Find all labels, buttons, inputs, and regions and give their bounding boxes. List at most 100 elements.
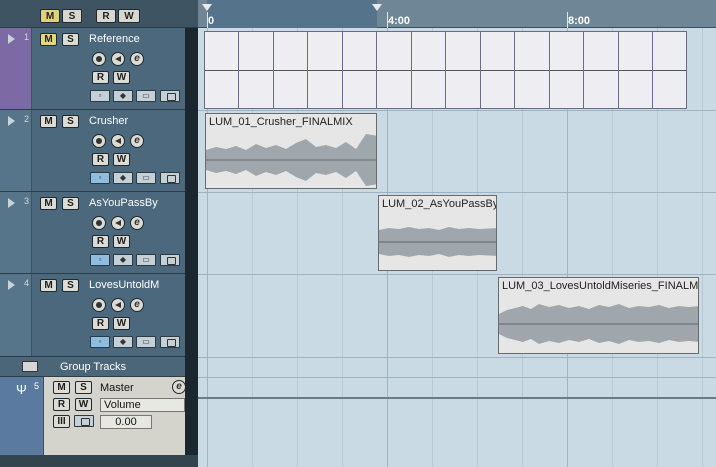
solo-button[interactable]: S xyxy=(62,197,79,210)
track-name[interactable]: LovesUntoldM xyxy=(89,279,159,291)
record-enable-icon[interactable] xyxy=(92,134,106,148)
mute-button[interactable]: M xyxy=(40,115,57,128)
edit-channel-button[interactable]: e xyxy=(130,134,144,148)
expand-triangle-icon[interactable] xyxy=(8,280,15,290)
edit-channel-button[interactable]: e xyxy=(130,298,144,312)
folder-icon[interactable]: ▭ xyxy=(136,172,156,184)
mute-button[interactable]: M xyxy=(53,381,70,394)
write-button[interactable]: W xyxy=(113,317,130,330)
mute-button[interactable]: M xyxy=(40,33,57,46)
time-ruler[interactable]: 0 4:00 8:00 xyxy=(198,0,716,28)
master-track[interactable]: Ψ 5 M S Master e R W Volume III 0.00 xyxy=(0,377,186,455)
track-list: M S R W 1 M S Reference e R W ▫ ◆ ▭ 2 M … xyxy=(0,0,198,467)
track-lovesuntold[interactable]: 4 M S LovesUntoldM e R W ▫ ◆ ▭ xyxy=(0,274,185,357)
write-button[interactable]: W xyxy=(113,71,130,84)
mute-button[interactable]: M xyxy=(40,197,57,210)
ruler-mark-8min: 8:00 xyxy=(568,15,591,27)
track-name[interactable]: AsYouPassBy xyxy=(89,197,158,209)
record-enable-icon[interactable] xyxy=(92,216,106,230)
group-tracks-folder[interactable]: Group Tracks xyxy=(0,357,185,377)
folder-icon[interactable]: ▭ xyxy=(136,336,156,348)
solo-button[interactable]: S xyxy=(62,279,79,292)
write-button[interactable]: W xyxy=(113,153,130,166)
mute-button[interactable]: M xyxy=(40,279,57,292)
write-button[interactable]: W xyxy=(75,398,92,411)
record-enable-icon[interactable] xyxy=(92,298,106,312)
read-button[interactable]: R xyxy=(92,153,109,166)
read-button[interactable]: R xyxy=(53,398,70,411)
global-read-button[interactable]: R xyxy=(96,9,116,23)
monitor-icon[interactable] xyxy=(111,52,125,66)
waveform xyxy=(206,134,376,186)
ruler-start-label: 0 xyxy=(208,15,215,27)
edit-channel-button[interactable]: e xyxy=(130,52,144,66)
folder-icon[interactable]: ▭ xyxy=(136,254,156,266)
track-number: 3 xyxy=(24,196,30,206)
solo-button[interactable]: S xyxy=(62,33,79,46)
solo-button[interactable]: S xyxy=(62,115,79,128)
timebase-icon[interactable]: ▫ xyxy=(90,90,110,102)
master-volume-automation-line[interactable] xyxy=(198,397,716,399)
track-lanes[interactable]: LUM_01_Crusher_FINALMIX LUM_02_AsYouPass… xyxy=(198,28,716,467)
reference-bar-line xyxy=(238,32,239,108)
locator-right-icon[interactable] xyxy=(372,4,382,11)
reference-bar-line xyxy=(652,32,653,108)
bars-button[interactable]: III xyxy=(53,415,70,428)
arrange-window[interactable]: 0 4:00 8:00 LUM_01_Crusher_FINALMIX LUM_… xyxy=(198,0,716,467)
lane-icon[interactable]: ◆ xyxy=(113,172,133,184)
folder-icon[interactable] xyxy=(22,361,38,372)
edit-channel-button[interactable]: e xyxy=(172,380,186,394)
timebase-icon[interactable]: ▫ xyxy=(90,254,110,266)
track-number: 4 xyxy=(24,278,30,288)
global-solo-button[interactable]: S xyxy=(62,9,82,23)
track-asyoupassby[interactable]: 3 M S AsYouPassBy e R W ▫ ◆ ▭ xyxy=(0,192,185,274)
reference-bar-line xyxy=(583,32,584,108)
lock-icon[interactable] xyxy=(160,254,180,266)
locator-left-icon[interactable] xyxy=(202,4,212,11)
lane-icon[interactable]: ◆ xyxy=(113,254,133,266)
track-reference[interactable]: 1 M S Reference e R W ▫ ◆ ▭ xyxy=(0,28,185,110)
solo-button[interactable]: S xyxy=(75,381,92,394)
track-crusher[interactable]: 2 M S Crusher e R W ▫ ◆ ▭ xyxy=(0,110,185,192)
reference-bar-line xyxy=(480,32,481,108)
lane-icon[interactable]: ◆ xyxy=(113,90,133,102)
track-name[interactable]: Master xyxy=(100,382,134,394)
reference-bar-line xyxy=(307,32,308,108)
folder-icon[interactable]: ▭ xyxy=(136,90,156,102)
reference-event[interactable] xyxy=(204,31,687,109)
read-button[interactable]: R xyxy=(92,317,109,330)
automation-parameter-select[interactable]: Volume xyxy=(100,398,185,412)
global-write-button[interactable]: W xyxy=(118,9,140,23)
lock-icon[interactable] xyxy=(160,172,180,184)
record-enable-icon[interactable] xyxy=(92,52,106,66)
waveform xyxy=(379,227,496,257)
reference-bar-line xyxy=(618,32,619,108)
lane-divider xyxy=(198,357,716,358)
timebase-icon[interactable]: ▫ xyxy=(90,336,110,348)
monitor-icon[interactable] xyxy=(111,134,125,148)
reference-bar-line xyxy=(445,32,446,108)
lane-icon[interactable]: ◆ xyxy=(113,336,133,348)
expand-triangle-icon[interactable] xyxy=(8,34,15,44)
audio-event-lovesuntold[interactable]: LUM_03_LovesUntoldMiseries_FINALMIX xyxy=(498,277,699,354)
track-list-footer xyxy=(0,455,198,467)
expand-triangle-icon[interactable] xyxy=(8,116,15,126)
expand-triangle-icon[interactable] xyxy=(8,198,15,208)
track-name[interactable]: Reference xyxy=(89,33,140,45)
lock-icon[interactable] xyxy=(160,336,180,348)
write-button[interactable]: W xyxy=(113,235,130,248)
edit-channel-button[interactable]: e xyxy=(130,216,144,230)
read-button[interactable]: R xyxy=(92,235,109,248)
global-mute-button[interactable]: M xyxy=(40,9,60,23)
monitor-icon[interactable] xyxy=(111,298,125,312)
audio-event-asyoupassby[interactable]: LUM_02_AsYouPassBy xyxy=(378,195,497,271)
read-button[interactable]: R xyxy=(92,71,109,84)
timebase-icon[interactable]: ▫ xyxy=(90,172,110,184)
lock-icon[interactable] xyxy=(160,90,180,102)
track-list-divider[interactable] xyxy=(185,28,198,467)
track-name[interactable]: Crusher xyxy=(89,115,128,127)
monitor-icon[interactable] xyxy=(111,216,125,230)
audio-event-crusher[interactable]: LUM_01_Crusher_FINALMIX xyxy=(205,113,377,189)
lock-icon[interactable] xyxy=(74,415,94,427)
volume-value-field[interactable]: 0.00 xyxy=(100,415,152,429)
